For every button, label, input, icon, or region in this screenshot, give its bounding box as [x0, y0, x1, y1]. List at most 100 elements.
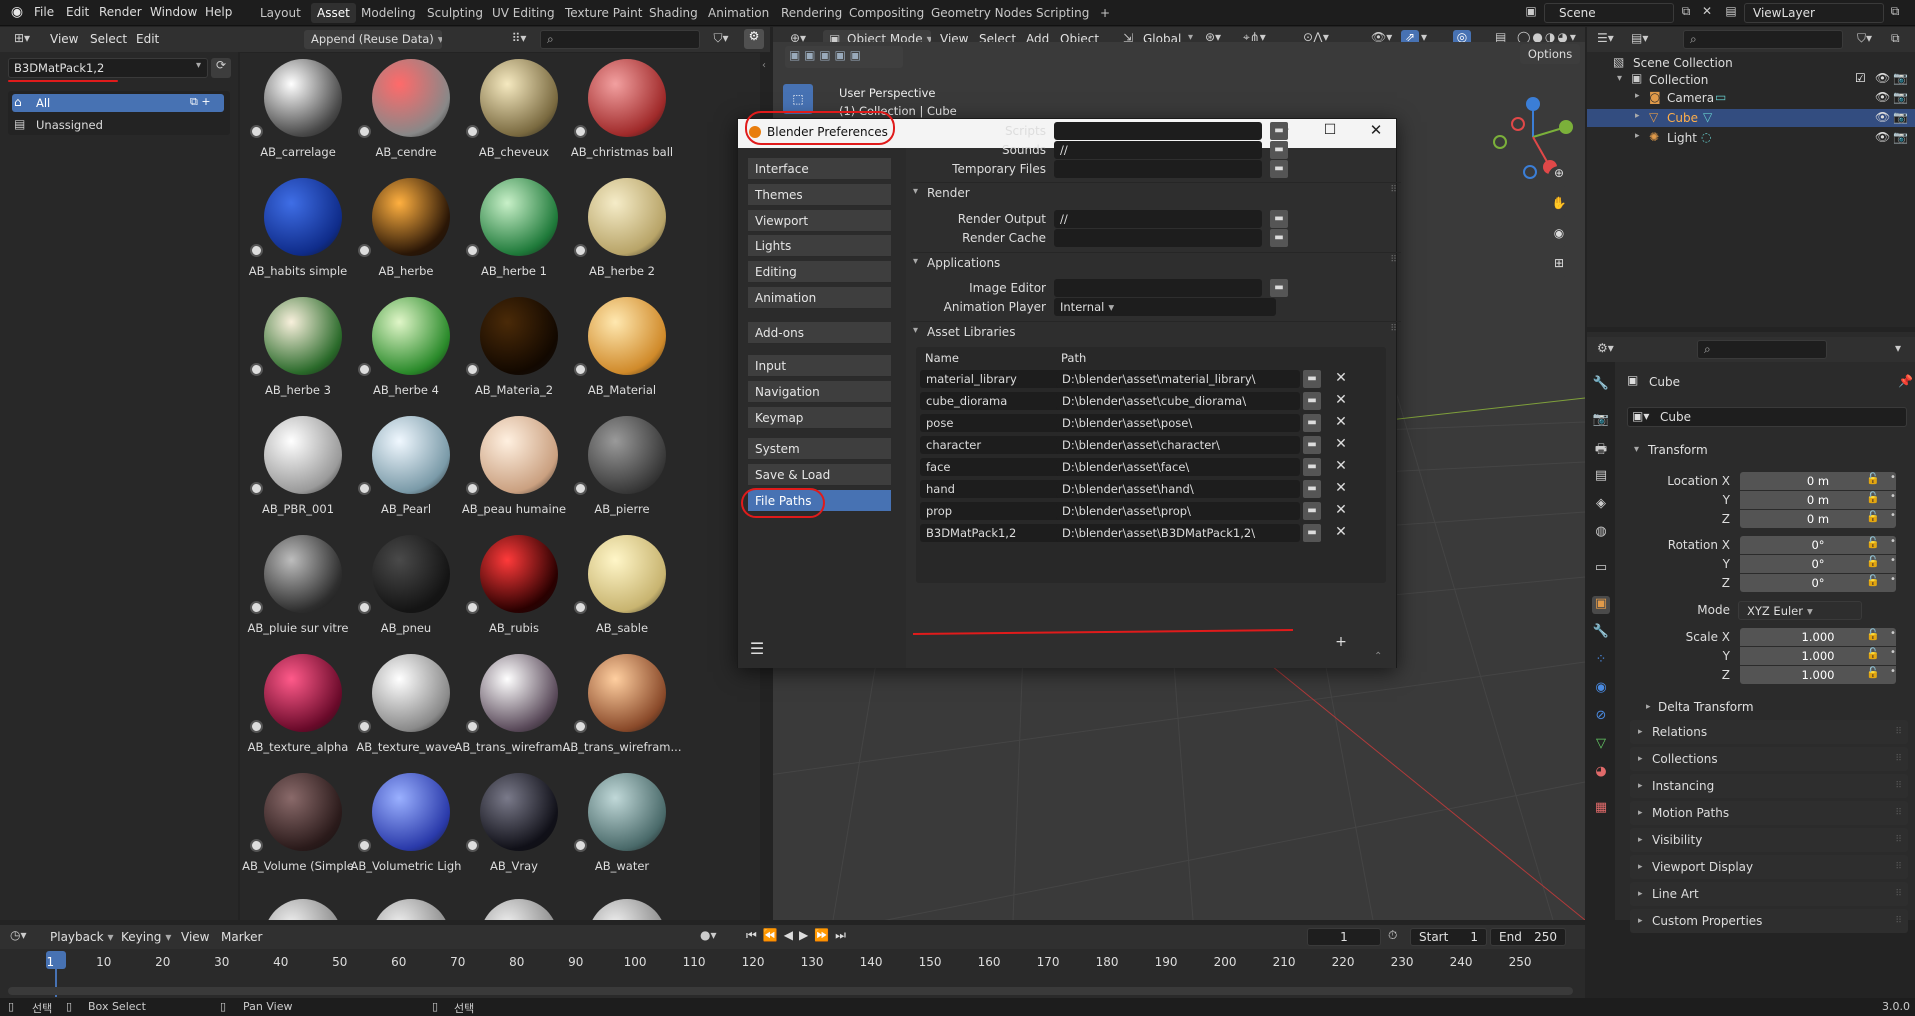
object-tab-icon[interactable]: ▣ — [1592, 596, 1610, 614]
transform-header[interactable]: Transform — [1648, 443, 1708, 457]
properties-section-motion-paths[interactable]: ▸ Motion Paths ⠿ — [1630, 801, 1908, 825]
menu-help[interactable]: Help — [205, 5, 232, 19]
asset-item[interactable]: AB_Volume (Simple — [242, 767, 354, 885]
lock-icon[interactable]: 🔓 — [1866, 536, 1880, 549]
new-scene-icon[interactable]: ⧉ — [1678, 4, 1694, 19]
ab-menu-select[interactable]: Select — [90, 32, 127, 46]
filter-icon[interactable]: ⛉▾ — [708, 31, 734, 46]
timeline-editor-icon[interactable]: ◷▾ — [10, 928, 27, 942]
expand-icon[interactable]: ▸ — [1635, 131, 1640, 141]
lock-icon[interactable]: 🔓 — [1866, 628, 1880, 641]
asset-item[interactable]: AB_Materia_2 — [460, 291, 568, 409]
tab-sculpting[interactable]: Sculpting — [421, 3, 489, 23]
add-workspace-button[interactable]: + — [1094, 3, 1116, 23]
blender-logo-icon[interactable]: ◉ — [8, 4, 26, 22]
viewlayer-icon[interactable]: ▤ — [1722, 4, 1740, 18]
scene-tab-icon[interactable]: ◈ — [1592, 496, 1610, 514]
tab-texture-paint[interactable]: Texture Paint — [559, 3, 648, 23]
keyframe-dot-icon[interactable]: • — [1890, 472, 1896, 483]
expand-icon[interactable]: ▾ — [1634, 444, 1639, 455]
drag-handle-icon[interactable]: ⠿ — [1895, 774, 1902, 798]
remove-library-icon[interactable]: ✕ — [1334, 458, 1348, 474]
library-name-field[interactable]: prop — [920, 502, 1076, 520]
tl-menu-marker[interactable]: Marker — [221, 930, 262, 944]
render-1-field[interactable] — [1054, 229, 1262, 247]
prefs-nav-lights[interactable]: Lights — [748, 235, 891, 258]
outliner-item-camera[interactable]: ▸ ◙ Camera ▭ 👁 📷 — [1587, 89, 1915, 107]
prefs-nav-save-load[interactable]: Save & Load — [748, 463, 891, 486]
animation-player-field[interactable]: Internal — [1054, 298, 1276, 316]
scene-icon[interactable]: ▣ — [1522, 4, 1540, 18]
folder-icon[interactable]: ▬ — [1270, 122, 1288, 140]
pin-icon[interactable]: 📌 — [1898, 374, 1913, 388]
asset-library-selector[interactable]: B3DMatPack1,2 — [8, 58, 208, 78]
expand-icon[interactable]: ▸ — [1635, 91, 1640, 101]
asset-item[interactable]: AB_herbe 4 — [352, 291, 460, 409]
folder-icon[interactable]: ▬ — [1303, 370, 1321, 388]
prefs-nav-animation[interactable]: Animation — [748, 287, 891, 309]
tab-scripting[interactable]: Scripting — [1030, 3, 1095, 23]
asset-item[interactable]: AB_pierre — [568, 410, 676, 528]
lock-icon[interactable]: 🔓 — [1866, 472, 1880, 485]
lock-icon[interactable]: 🔓 — [1866, 647, 1880, 660]
folder-icon[interactable]: ▬ — [1303, 502, 1321, 520]
lock-icon[interactable]: 🔓 — [1866, 491, 1880, 504]
frame-ruler[interactable]: 1 10 20 30 40 50 60 70 80 90 100 110 120 130 140 150 160… — [0, 951, 1585, 973]
prefs-nav-keymap[interactable]: Keymap — [748, 406, 891, 429]
menu-render[interactable]: Render — [99, 5, 142, 19]
library-name-field[interactable]: character — [920, 436, 1076, 454]
editor-type-icon[interactable]: ⊞▾ — [8, 31, 36, 45]
end-frame-field[interactable]: End 250 — [1490, 928, 1566, 946]
physics-tab-icon[interactable]: ◉ — [1592, 680, 1610, 698]
catalog-unassigned[interactable]: ▤ Unassigned — [12, 116, 224, 134]
outliner-item-cube[interactable]: ▸ ▽ Cube ▽ 👁 📷 — [1587, 109, 1915, 127]
library-name-field[interactable]: material_library — [920, 370, 1076, 388]
folder-icon[interactable]: ▬ — [1303, 414, 1321, 432]
maximize-icon[interactable]: ☐ — [1321, 122, 1339, 138]
drag-handle-icon[interactable]: ⠿ — [1390, 255, 1397, 265]
path-0-field[interactable] — [1054, 122, 1262, 140]
timeline-scrollbar[interactable] — [8, 987, 1573, 995]
pan-hand-icon[interactable]: ✋ — [1548, 196, 1570, 218]
drag-handle-icon[interactable]: ⠿ — [1390, 185, 1397, 195]
asset-item[interactable]: AB_trans_wirefram... — [455, 648, 573, 766]
preview-range-icon[interactable]: ⏱ — [1388, 928, 1397, 943]
outliner-collection[interactable]: Collection — [1649, 73, 1708, 87]
properties-section-custom-properties[interactable]: ▸ Custom Properties ⠿ — [1630, 909, 1908, 933]
tab-geometry-nodes[interactable]: Geometry Nodes — [925, 3, 1038, 23]
library-path-field[interactable]: D:\blender\asset\cube_diorama\ — [1056, 392, 1300, 410]
folder-icon[interactable]: ▬ — [1303, 436, 1321, 454]
tab-asset[interactable]: Asset — [311, 3, 356, 23]
properties-section-line-art[interactable]: ▸ Line Art ⠿ — [1630, 882, 1908, 906]
tab-shading[interactable]: Shading — [643, 3, 704, 23]
keyframe-dot-icon[interactable]: • — [1890, 491, 1896, 502]
tab-compositing[interactable]: Compositing — [843, 3, 930, 23]
asset-item[interactable]: AB_water — [568, 767, 676, 885]
keyframe-dot-icon[interactable]: • — [1890, 510, 1896, 521]
remove-library-icon[interactable]: ✕ — [1334, 370, 1348, 386]
render-0-field[interactable]: // — [1054, 210, 1262, 228]
ab-menu-edit[interactable]: Edit — [136, 32, 159, 46]
asset-item[interactable]: AB_Vray — [460, 767, 568, 885]
outliner-scene-collection[interactable]: Scene Collection — [1633, 56, 1733, 70]
tab-modeling[interactable]: Modeling — [355, 3, 422, 23]
library-path-field[interactable]: D:\blender\asset\face\ — [1056, 458, 1300, 476]
prefs-nav-input[interactable]: Input — [748, 355, 891, 377]
keyframe-dot-icon[interactable]: • — [1890, 647, 1896, 658]
folder-icon[interactable]: ▬ — [1270, 160, 1288, 178]
camera-render-icon[interactable]: 📷 — [1893, 90, 1908, 104]
drag-handle-icon[interactable]: ⠿ — [1895, 720, 1902, 744]
keying-menu[interactable]: Keying — [121, 930, 171, 944]
folder-icon[interactable]: ▬ — [1270, 141, 1288, 159]
asset-item[interactable]: AB_Pearl — [352, 410, 460, 528]
keyframe-dot-icon[interactable]: • — [1890, 628, 1896, 639]
properties-section-relations[interactable]: ▸ Relations ⠿ — [1630, 720, 1908, 744]
asset-item[interactable]: AB_herbe 1 — [460, 172, 568, 290]
asset-item[interactable]: AB_peau humaine — [460, 410, 568, 528]
asset-item[interactable]: AB_carrelage — [244, 53, 352, 171]
remove-library-icon[interactable]: ✕ — [1334, 436, 1348, 452]
tool-tab-icon[interactable]: 🔧 — [1592, 376, 1610, 394]
drag-handle-icon[interactable]: ⠿ — [1895, 801, 1902, 825]
keyframe-dot-icon[interactable]: • — [1890, 555, 1896, 566]
library-path-field[interactable]: D:\blender\asset\hand\ — [1056, 480, 1300, 498]
